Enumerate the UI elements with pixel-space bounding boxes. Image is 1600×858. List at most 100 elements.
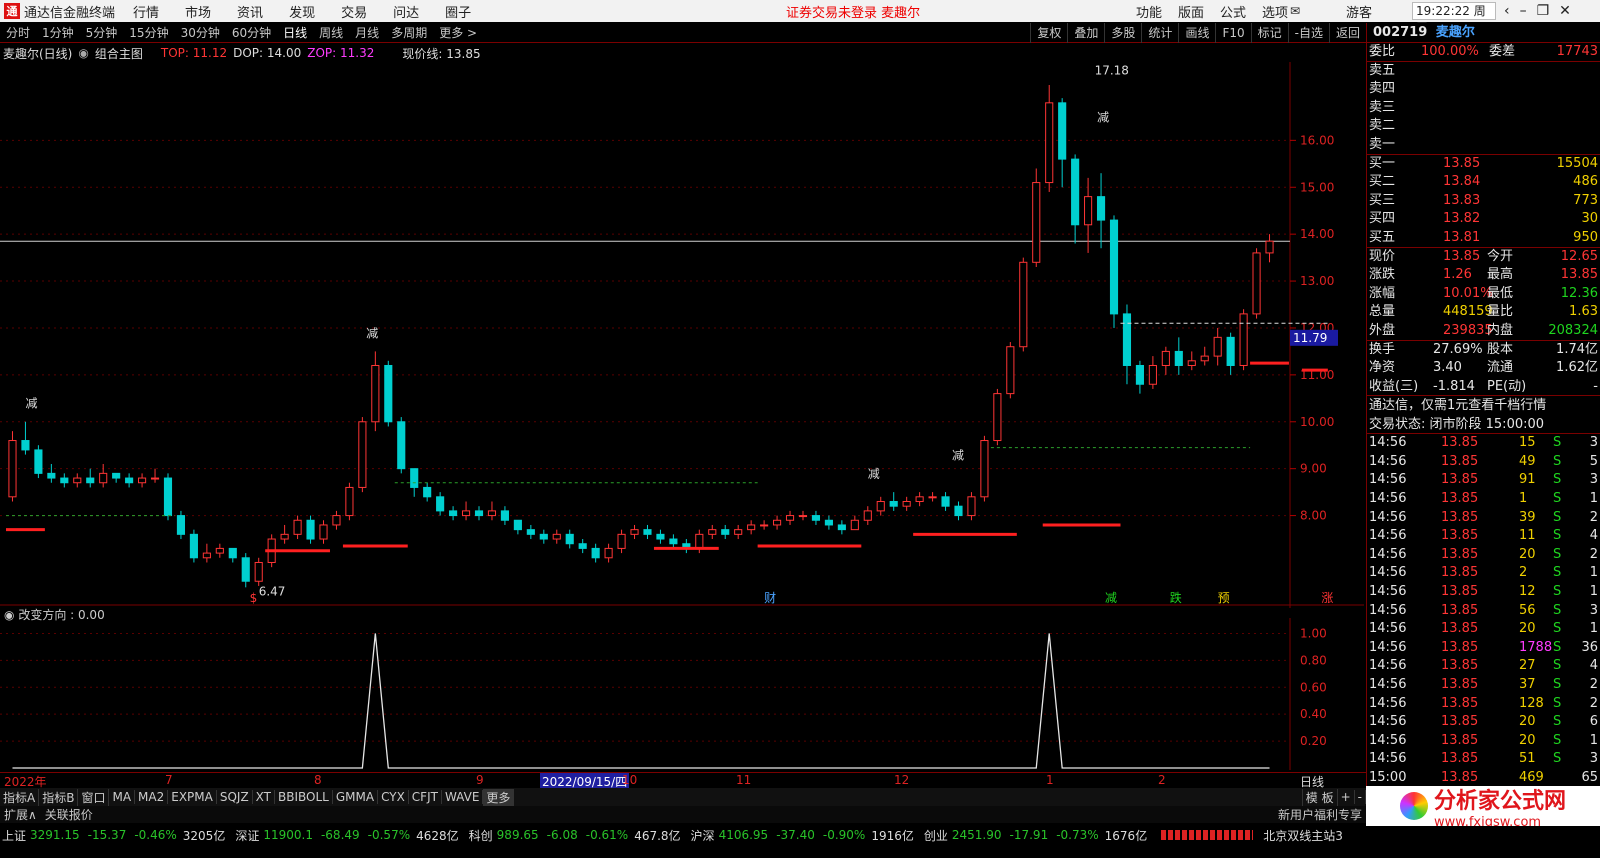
tab-sqjz[interactable]: SQJZ: [217, 790, 253, 804]
menu-ask[interactable]: 问达: [393, 2, 419, 21]
menu-circle[interactable]: 圈子: [445, 2, 471, 21]
promo-text[interactable]: 通达信，仅需1元查看千档行情: [1367, 396, 1600, 415]
btn-watchlist[interactable]: -自选: [1287, 23, 1329, 43]
tick-row[interactable]: 14:56 13.85 15 S 3: [1367, 434, 1600, 453]
user-label[interactable]: 游客: [1346, 2, 1372, 21]
period-5min[interactable]: 5分钟: [80, 24, 124, 41]
period-15min[interactable]: 15分钟: [123, 24, 174, 41]
period-monthly[interactable]: 月线: [349, 24, 385, 41]
close-icon[interactable]: ✕: [1559, 3, 1571, 19]
tick-row[interactable]: 14:56 13.85 91 S 3: [1367, 471, 1600, 490]
ask-row[interactable]: 卖四: [1367, 80, 1600, 99]
combo-dropdown-icon[interactable]: ◉: [78, 46, 88, 60]
tick-row[interactable]: 14:56 13.85 49 S 5: [1367, 453, 1600, 472]
tab-expma[interactable]: EXPMA: [168, 790, 217, 804]
bid-row[interactable]: 买四 13.82 30: [1367, 210, 1600, 229]
tick-time: 14:56: [1369, 565, 1407, 581]
stat-row[interactable]: 收益(三) -1.814 PE(动) -: [1367, 378, 1600, 397]
restore-icon[interactable]: ❐: [1537, 3, 1550, 19]
tick-row[interactable]: 14:56 13.85 37 S 2: [1367, 676, 1600, 695]
bid-row[interactable]: 买一 13.85 15504: [1367, 155, 1600, 174]
period-1min[interactable]: 1分钟: [36, 24, 80, 41]
login-notice[interactable]: 证券交易未登录 麦趣尔: [786, 2, 920, 21]
tab-cyx[interactable]: CYX: [378, 790, 409, 804]
bid-row[interactable]: 买五 13.81 950: [1367, 229, 1600, 248]
stat-row[interactable]: 净资 3.40 流通 1.62亿: [1367, 359, 1600, 378]
tick-row[interactable]: 14:56 13.85 20 S 1: [1367, 620, 1600, 639]
period-daily[interactable]: 日线: [277, 24, 313, 41]
menu-market[interactable]: 市场: [185, 2, 211, 21]
tab-bbiboll[interactable]: BBIBOLL: [275, 790, 333, 804]
tick-row[interactable]: 14:56 13.85 2 S 1: [1367, 564, 1600, 583]
tick-row[interactable]: 14:56 13.85 128 S 2: [1367, 695, 1600, 714]
ask-row[interactable]: 卖二: [1367, 117, 1600, 136]
bid-row[interactable]: 买二 13.84 486: [1367, 173, 1600, 192]
btn-return[interactable]: 返回: [1328, 23, 1366, 43]
btn-adjust[interactable]: 复权: [1030, 23, 1067, 43]
tab-indicator-b[interactable]: 指标B: [39, 788, 79, 806]
menu-layout[interactable]: 版面: [1178, 2, 1204, 21]
template-button[interactable]: 模 板: [1301, 788, 1338, 806]
btn-f10[interactable]: F10: [1215, 23, 1250, 43]
minimize-icon[interactable]: –: [1520, 3, 1527, 19]
direction-indicator-chart[interactable]: 1.00 0.80 0.60 0.40 0.20: [0, 618, 1364, 770]
stat-row[interactable]: 外盘 239835 内盘 208324: [1367, 322, 1600, 341]
candlestick-chart[interactable]: 16.0015.0014.0013.0012.0011.0010.009.008…: [0, 62, 1364, 608]
tab-wave[interactable]: WAVE: [442, 790, 484, 804]
new-user-promo[interactable]: 新用户福利专享: [1274, 806, 1366, 823]
menu-news[interactable]: 资讯: [237, 2, 263, 21]
zoom-in-button[interactable]: +: [1338, 790, 1355, 804]
bid-row[interactable]: 买三 13.83 773: [1367, 192, 1600, 211]
tab-ma2[interactable]: MA2: [135, 790, 169, 804]
stat-row[interactable]: 涨幅 10.01% 最低 12.36: [1367, 285, 1600, 304]
menu-discover[interactable]: 发现: [289, 2, 315, 21]
period-60min[interactable]: 60分钟: [226, 24, 277, 41]
tick-row[interactable]: 14:56 13.85 20 S 1: [1367, 732, 1600, 751]
tick-row[interactable]: 14:56 13.85 1788 S 36: [1367, 639, 1600, 658]
back-icon[interactable]: ‹: [1504, 3, 1510, 19]
menu-market-quotes[interactable]: 行情: [133, 2, 159, 21]
tick-row[interactable]: 14:56 13.85 51 S 3: [1367, 750, 1600, 769]
stat-row[interactable]: 涨跌 1.26 最高 13.85: [1367, 266, 1600, 285]
tick-row[interactable]: 14:56 13.85 39 S 2: [1367, 509, 1600, 528]
btn-mark[interactable]: 标记: [1250, 23, 1288, 43]
extend-toggle[interactable]: 扩展∧: [0, 806, 41, 823]
menu-function[interactable]: 功能: [1136, 2, 1162, 21]
tab-window[interactable]: 窗口: [78, 788, 110, 806]
btn-stats[interactable]: 统计: [1141, 23, 1178, 43]
tab-gmma[interactable]: GMMA: [333, 790, 379, 804]
combo-label[interactable]: 组合主图: [95, 45, 143, 62]
menu-options[interactable]: 选项: [1262, 2, 1288, 21]
period-more[interactable]: 更多 >: [433, 24, 483, 41]
ask-row[interactable]: 卖三: [1367, 99, 1600, 118]
tick-row[interactable]: 14:56 13.85 27 S 4: [1367, 657, 1600, 676]
menu-trade[interactable]: 交易: [341, 2, 367, 21]
period-30min[interactable]: 30分钟: [175, 24, 226, 41]
btn-multi-stock[interactable]: 多股: [1104, 23, 1141, 43]
ask-row[interactable]: 卖五: [1367, 62, 1600, 81]
tab-indicator-a[interactable]: 指标A: [0, 788, 40, 806]
tick-row[interactable]: 14:56 13.85 20 S 6: [1367, 713, 1600, 732]
tab-ma[interactable]: MA: [109, 790, 136, 804]
tick-row[interactable]: 14:56 13.85 11 S 4: [1367, 527, 1600, 546]
mail-icon[interactable]: ✉: [1290, 4, 1300, 18]
btn-draw[interactable]: 画线: [1178, 23, 1215, 43]
stat-row[interactable]: 现价 13.85 今开 12.65: [1367, 248, 1600, 267]
tick-row[interactable]: 14:56 13.85 12 S 1: [1367, 583, 1600, 602]
tick-row[interactable]: 14:56 13.85 56 S 3: [1367, 602, 1600, 621]
tab-more[interactable]: 更多: [483, 788, 515, 806]
tick-row[interactable]: 14:56 13.85 20 S 2: [1367, 546, 1600, 565]
stat-row[interactable]: 换手 27.69% 股本 1.74亿: [1367, 341, 1600, 360]
related-quotes[interactable]: 关联报价: [41, 806, 97, 823]
stat-row[interactable]: 总量 448159 量比 1.63: [1367, 303, 1600, 322]
menu-formula[interactable]: 公式: [1220, 2, 1246, 21]
tick-row[interactable]: 14:56 13.85 1 S 1: [1367, 490, 1600, 509]
btn-overlay[interactable]: 叠加: [1067, 23, 1104, 43]
ask-row[interactable]: 卖一: [1367, 136, 1600, 155]
period-intraday[interactable]: 分时: [0, 24, 36, 41]
period-weekly[interactable]: 周线: [313, 24, 349, 41]
zoom-out-button[interactable]: -: [1355, 790, 1366, 804]
tab-cfjt[interactable]: CFJT: [409, 790, 442, 804]
period-multi[interactable]: 多周期: [385, 24, 433, 41]
tab-xt[interactable]: XT: [253, 790, 276, 804]
